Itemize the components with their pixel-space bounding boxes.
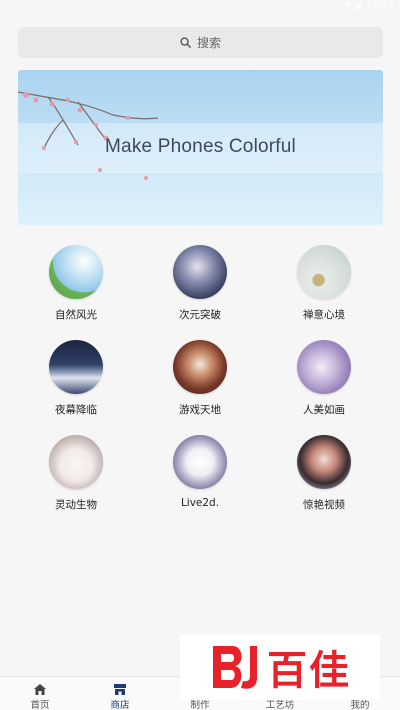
signal-icon: ◢: [353, 0, 362, 11]
category-label: 禅意心境: [303, 309, 345, 321]
category-label: 灵动生物: [55, 499, 97, 511]
cat-image: [49, 435, 103, 489]
category-game[interactable]: 游戏天地: [150, 340, 250, 417]
home-icon: [0, 683, 80, 695]
bj-logo-icon: [213, 646, 257, 689]
tab-home[interactable]: 首页: [0, 677, 80, 710]
status-time: 13:02: [365, 0, 394, 11]
nature-landscape-image: [49, 245, 103, 299]
game-image: [173, 340, 227, 394]
night-sky-image: [49, 340, 103, 394]
tab-label: 首页: [30, 700, 50, 710]
zen-image: [297, 245, 351, 299]
watermark-logo: 百佳: [180, 634, 380, 700]
tab-label: 商店: [110, 700, 130, 710]
category-label: Live2d.: [180, 497, 220, 509]
status-bar: ▾ ◢ 13:02: [0, 0, 400, 14]
search-placeholder: 搜索: [196, 36, 221, 50]
portrait-image: [297, 340, 351, 394]
category-live2d[interactable]: Live2d.: [150, 435, 250, 509]
search-input[interactable]: 搜索: [18, 27, 383, 58]
category-label: 自然风光: [55, 309, 97, 321]
watermark-text: 百佳: [267, 648, 351, 694]
category-label: 夜幕降临: [55, 404, 97, 416]
category-label: 次元突破: [179, 309, 221, 321]
search-icon: [180, 37, 191, 48]
category-nature[interactable]: 自然风光: [26, 245, 126, 322]
category-portrait[interactable]: 人美如画: [274, 340, 374, 417]
anime-image: [173, 245, 227, 299]
video-image: [297, 435, 351, 489]
category-zen[interactable]: 禅意心境: [274, 245, 374, 322]
store-icon: [80, 683, 160, 695]
category-label: 惊艳视频: [303, 499, 345, 511]
category-label: 游戏天地: [179, 404, 221, 416]
blossom-branch-image: [18, 91, 159, 180]
banner-tagline: Make Phones Colorful: [105, 136, 296, 157]
promo-banner[interactable]: Make Phones Colorful: [18, 70, 383, 225]
category-creatures[interactable]: 灵动生物: [26, 435, 126, 512]
wifi-icon: ▾: [344, 0, 350, 11]
category-label: 人美如画: [303, 404, 345, 416]
live2d-image: [173, 435, 227, 489]
category-video[interactable]: 惊艳视频: [274, 435, 374, 512]
tab-store[interactable]: 商店: [80, 677, 160, 710]
category-anime[interactable]: 次元突破: [150, 245, 250, 322]
category-night[interactable]: 夜幕降临: [26, 340, 126, 417]
